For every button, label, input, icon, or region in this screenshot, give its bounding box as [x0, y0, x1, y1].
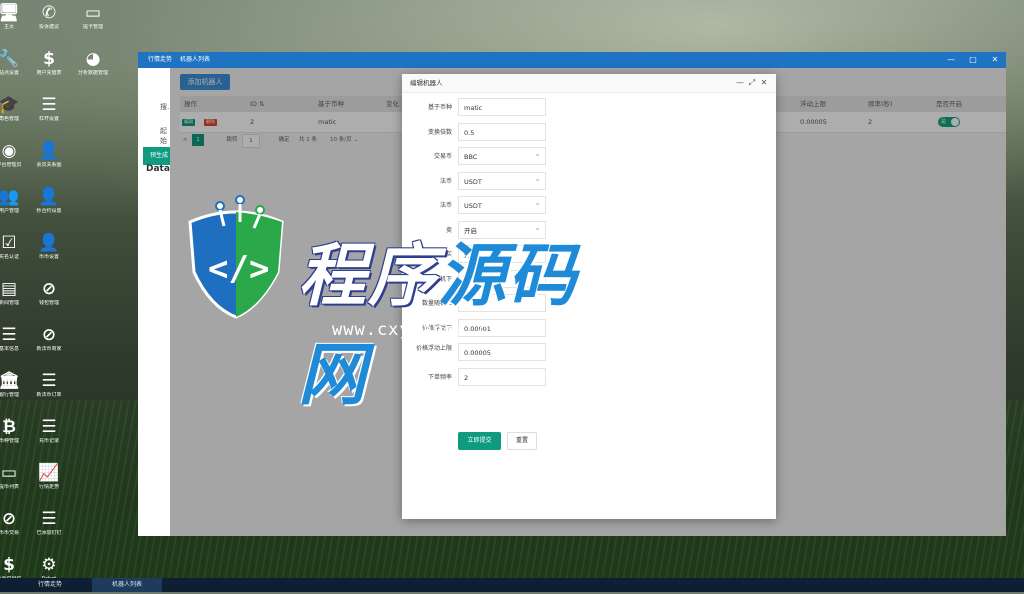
- form-select[interactable]: BBC: [458, 145, 546, 165]
- desktop-icon[interactable]: $ 用户充值表: [26, 48, 72, 88]
- desktop-icon-label: 充币记录: [38, 438, 59, 444]
- form-row: 价格浮动上限 0.00005: [402, 343, 776, 363]
- form-label: 法币: [439, 202, 452, 209]
- maximize-icon[interactable]: ⤢: [746, 74, 758, 92]
- reset-button[interactable]: 重置: [507, 432, 537, 450]
- list-icon: ☰: [41, 417, 57, 437]
- minimize-icon[interactable]: —: [940, 52, 962, 68]
- link-icon: ⊘: [41, 279, 57, 299]
- desktop-icon-label: 投诉建议: [38, 24, 59, 30]
- form-label: 数量随机下: [421, 275, 452, 283]
- list-icon: ☰: [41, 509, 57, 529]
- desktop-icon[interactable]: 📈 行情走势: [26, 462, 72, 502]
- desktop-icon-label: 提卡管理: [82, 24, 103, 30]
- desktop-icon[interactable]: ⊘ 钱包管理: [26, 278, 72, 318]
- maximize-icon[interactable]: □: [962, 52, 984, 68]
- desktop-icon-label: 杠杆设置: [38, 116, 59, 122]
- form-row: 变换倍数 0.5: [402, 122, 776, 143]
- desktop-icon-label: 秒合约设置: [36, 208, 62, 214]
- form-input[interactable]: 0.00005: [458, 343, 546, 361]
- edit-robot-modal: 编辑机器人 — ⤢ ✕ 基于币种 matic 变换倍数 0.5 交易币 BBC 法币 USDT…: [402, 74, 776, 519]
- user-plus-icon: 👤: [38, 141, 60, 161]
- desktop-icon-label: 新法币商家: [36, 346, 62, 352]
- desktop-icon[interactable]: ◕ 分析数据管理: [70, 48, 116, 88]
- modal-title: 编辑机器人: [410, 79, 443, 87]
- desktop-icon-label: 分析数据管理: [77, 70, 108, 76]
- desktop-icon[interactable]: ☰ 充币记录: [26, 416, 72, 456]
- form-label: 价格浮动下: [421, 324, 452, 332]
- submit-button[interactable]: 立即提交: [458, 432, 501, 450]
- form-row: 基于币种 matic: [402, 98, 776, 118]
- dollar-icon: $: [43, 49, 55, 69]
- form-row: 卖开启: [402, 219, 776, 241]
- modal-header: 编辑机器人 — ⤢ ✕: [402, 74, 776, 93]
- desktop-icon-label: 用户充值表: [36, 70, 62, 76]
- card-icon: ▭: [84, 3, 102, 23]
- phone-icon: ✆: [41, 3, 57, 23]
- start-label: 起始: [160, 127, 167, 145]
- form-label: 变换倍数: [427, 128, 452, 136]
- form-row: 法币 USDT: [402, 170, 776, 192]
- line-chart-icon: 📈: [38, 463, 60, 483]
- desktop-icon-label: 行情走势: [38, 484, 59, 490]
- form-label: 基于币种: [427, 104, 452, 111]
- pie-chart-icon: ◕: [85, 49, 101, 69]
- list-icon: ☰: [41, 95, 57, 115]
- link-icon: ⊘: [41, 325, 57, 345]
- form-input[interactable]: 0.5: [458, 122, 546, 141]
- form-select[interactable]: 开启: [458, 219, 546, 239]
- desktop-icon[interactable]: ☰ 杠杆设置: [26, 94, 72, 134]
- form-label: 价格浮动上限: [415, 345, 452, 352]
- form-row: 数量随机下 1.00000: [402, 269, 776, 290]
- form-label: 数量随机上: [421, 300, 452, 307]
- form-row: 买开启: [402, 243, 776, 265]
- desktop-icon[interactable]: ▭ 提卡管理: [70, 2, 116, 42]
- window-tab-robot-list[interactable]: 机器人列表: [180, 52, 210, 68]
- list-icon: ☰: [41, 371, 57, 391]
- form-row: 价格浮动下 0.00001: [402, 318, 776, 339]
- form-input[interactable]: [458, 294, 546, 312]
- form-input[interactable]: 1.00000: [458, 269, 546, 288]
- desktop-icon[interactable]: ☰ 新法币订单: [26, 370, 72, 410]
- desktop-icon[interactable]: 👤 会员关系图: [26, 140, 72, 180]
- window-titlebar: 行情走势 机器人列表 — □ ✕: [138, 52, 1006, 68]
- form-label: 交易币: [433, 153, 452, 160]
- form-select[interactable]: USDT: [458, 170, 546, 190]
- desktop-icon[interactable]: 👤 币币设置: [26, 232, 72, 272]
- form-row: 下单频率 2: [402, 367, 776, 388]
- form-row: 法币 USDT: [402, 194, 776, 216]
- user-plus-icon: 👤: [38, 233, 60, 253]
- form-input[interactable]: 0.00001: [458, 318, 546, 337]
- taskbar-item-robot-list[interactable]: 机器人列表: [92, 578, 162, 592]
- desktop-icon-label: 钱包管理: [38, 300, 59, 306]
- desktop-icon-area: 🖥 主页 ✆ 投诉建议 ▭ 提卡管理 🔧 站点设置 $ 用户充值表 ◕ 分析数据管理 🎓 角色管理 ☰ 杠杆设…: [0, 0, 140, 582]
- form-label: 下单频率: [427, 373, 452, 381]
- desktop-icon-label: 币币设置: [38, 254, 59, 260]
- robot-icon: ⚙: [41, 555, 57, 575]
- window-tab-market[interactable]: 行情走势: [148, 52, 172, 68]
- user-plus-icon: 👤: [38, 187, 60, 207]
- form-row: 数量随机上: [402, 294, 776, 314]
- desktop-icon[interactable]: ⊘ 新法币商家: [26, 324, 72, 364]
- close-icon[interactable]: ✕: [758, 74, 770, 92]
- minimize-icon[interactable]: —: [734, 74, 746, 92]
- desktop-icon[interactable]: ☰ 已添加钉钉: [26, 508, 72, 548]
- form-select[interactable]: 开启: [458, 243, 546, 263]
- desktop-icon-label: 已添加钉钉: [36, 530, 62, 536]
- desktop-icon[interactable]: ✆ 投诉建议: [26, 2, 72, 42]
- form-label: 卖: [445, 226, 452, 234]
- desktop-icon-label: 会员关系图: [36, 162, 62, 168]
- close-icon[interactable]: ✕: [984, 52, 1006, 68]
- window-left-panel: 搜… 起始: [138, 68, 174, 536]
- desktop-icon[interactable]: 👤 秒合约设置: [26, 186, 72, 226]
- form-input[interactable]: matic: [458, 98, 546, 116]
- form-select[interactable]: USDT: [458, 194, 546, 214]
- form-label: 买: [445, 251, 452, 258]
- taskbar: 行情走势 机器人列表: [0, 578, 1024, 592]
- desktop-icon-label: 新法币订单: [36, 392, 62, 398]
- form-input[interactable]: 2: [458, 367, 546, 386]
- form-row: 交易币 BBC: [402, 145, 776, 167]
- taskbar-item-market[interactable]: 行情走势: [30, 578, 70, 592]
- form-label: 法币: [439, 177, 452, 185]
